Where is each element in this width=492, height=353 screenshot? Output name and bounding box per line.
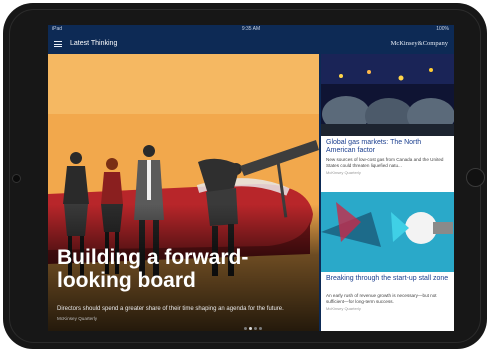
page-dot-active: [249, 327, 252, 330]
page-dot: [259, 327, 262, 330]
app-screen: iPad 9:35 AM 100% Latest Thinking McKins…: [48, 25, 454, 331]
page-dot: [254, 327, 257, 330]
page-indicator[interactable]: [244, 327, 262, 330]
card-summary: New sources of low-cost gas from Canada …: [326, 157, 444, 168]
card-image-gas: [321, 54, 454, 136]
app-header: Latest Thinking McKinsey&Company: [48, 34, 454, 54]
home-button[interactable]: [466, 168, 485, 187]
card-source: McKinsey Quarterly: [326, 170, 361, 175]
hero-source: McKinsey Quarterly: [57, 316, 98, 321]
featured-article[interactable]: Building a forward-looking board Directo…: [48, 54, 319, 331]
tablet-frame: iPad 9:35 AM 100% Latest Thinking McKins…: [3, 3, 487, 349]
hero-summary: Directors should spend a greater share o…: [57, 306, 284, 312]
article-sidebar: Global gas markets: The North American f…: [321, 54, 454, 331]
card-title[interactable]: Global gas markets: The North American f…: [326, 139, 450, 155]
brand-logo: McKinsey&Company: [390, 40, 448, 47]
article-card-startup-stall[interactable]: Breaking through the start-up stall zone…: [321, 192, 454, 331]
card-image-lightbulb: [321, 192, 454, 272]
page-dot: [244, 327, 247, 330]
battery-label: 100%: [436, 26, 449, 32]
status-bar: iPad 9:35 AM 100%: [48, 25, 454, 34]
section-title: Latest Thinking: [70, 40, 118, 47]
card-summary: An early rush of revenue growth is neces…: [326, 293, 437, 304]
article-card-gas-markets[interactable]: Global gas markets: The North American f…: [321, 54, 454, 190]
card-source: McKinsey Quarterly: [326, 306, 361, 311]
hero-headline[interactable]: Building a forward-looking board: [57, 246, 317, 292]
card-title[interactable]: Breaking through the start-up stall zone: [326, 275, 450, 283]
hamburger-menu-icon[interactable]: [54, 41, 62, 47]
front-camera: [12, 174, 21, 183]
status-time: 9:35 AM: [241, 26, 261, 32]
